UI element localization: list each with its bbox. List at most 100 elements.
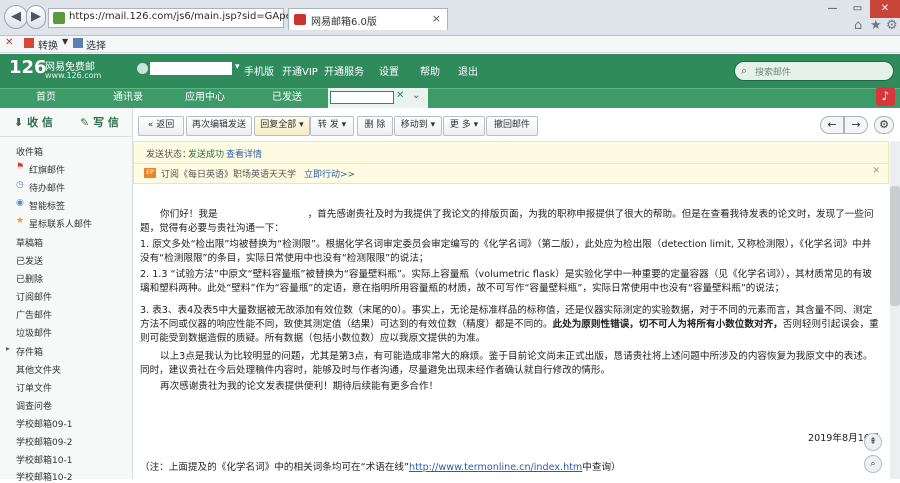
sidebar-item-archive[interactable]: 存件箱	[16, 345, 43, 358]
send-status-value: 发送成功	[188, 150, 225, 160]
sidebar-item-sent[interactable]: 已发送	[16, 254, 43, 267]
sidebar-item-orders[interactable]: 订单文件	[16, 381, 52, 394]
back-chevron-icon: «	[147, 120, 154, 130]
sidebar-item-deleted[interactable]: 已删除	[16, 272, 43, 285]
home-icon[interactable]: ⌂	[854, 18, 862, 33]
forward-button[interactable]: 转 发 ▾	[310, 116, 354, 136]
browser-tab[interactable]: 网易邮箱6.0版 ×	[288, 8, 448, 30]
window-close-icon[interactable]: ✕	[870, 0, 900, 18]
write-button[interactable]: ✎ 写 信	[80, 114, 119, 130]
address-url: https://mail.126.com/js6/main.jsp?sid=GA…	[69, 11, 317, 22]
star-icon[interactable]: ★	[870, 18, 882, 33]
termonline-link[interactable]: http://www.termonline.cn/index.htm	[409, 462, 582, 473]
prev-mail-icon[interactable]: ←	[820, 116, 844, 134]
paragraph-summary: 以上3点是我认为比较明显的问题，尤其是第3点，有可能造成非常大的麻烦。鉴于目前论…	[140, 351, 873, 376]
select-button[interactable]: 选择	[86, 37, 106, 52]
sidebar-item-spam[interactable]: 垃圾邮件	[16, 326, 52, 339]
sidebar-item-school-09-1[interactable]: 学校邮箱09-1	[16, 417, 72, 430]
forward-icon[interactable]: ▶	[26, 5, 46, 29]
write-label: 写 信	[93, 116, 119, 129]
favicon-icon	[294, 14, 306, 25]
ad-close-icon[interactable]: ✕	[872, 166, 880, 176]
convert-icon	[24, 38, 34, 48]
reply-all-button[interactable]: 回复全部 ▾	[254, 116, 310, 136]
account-dropdown-icon[interactable]: ▾	[235, 62, 240, 72]
minimize-icon[interactable]: —	[820, 0, 845, 18]
nav-services[interactable]: 开通服务	[324, 63, 364, 78]
nav-logout[interactable]: 退出	[458, 63, 478, 78]
sidebar-item-drafts[interactable]: 草稿箱	[16, 236, 43, 249]
scrollbar-thumb[interactable]	[890, 186, 900, 306]
paragraph-thanks: 再次感谢贵社为我的论文发表提供便利！期待后续能有更多合作！	[160, 381, 439, 392]
sidebar-item-school-10-1[interactable]: 学校邮箱10-1	[16, 453, 72, 466]
nav-settings[interactable]: 设置	[379, 63, 399, 78]
paragraph-intro: 你们好！我是 ，首先感谢贵社及时为我提供了我论文的排版页面，为我的职称申报提供了很…	[140, 208, 880, 236]
sidebar-item-inbox[interactable]: 收件箱	[16, 145, 43, 158]
tab-home[interactable]: 首页	[0, 88, 92, 108]
address-bar[interactable]: https://mail.126.com/js6/main.jsp?sid=GA…	[48, 8, 317, 28]
sidebar-item-survey[interactable]: 调查问卷	[16, 399, 52, 412]
sidebar-item-school-09-2[interactable]: 学校邮箱09-2	[16, 435, 72, 448]
maximize-icon[interactable]: ▭	[845, 0, 870, 18]
recall-button[interactable]: 撤回邮件	[486, 116, 538, 136]
tab-contacts[interactable]: 通讯录	[92, 88, 164, 108]
ad-text: 订阅《每日英语》职场英语天天学	[161, 170, 297, 180]
tab-close-icon[interactable]: ✕	[396, 90, 404, 101]
move-dropdown-icon: ▾	[430, 120, 436, 130]
convert-button[interactable]: 转换	[38, 37, 58, 52]
sidebar-item-flagged[interactable]: 红旗邮件	[29, 163, 65, 176]
select-icon	[73, 38, 83, 48]
zoom-icon[interactable]: ⌕	[864, 455, 882, 473]
search-icon: ⌕	[741, 64, 748, 77]
tab-sent[interactable]: 已发送	[246, 88, 328, 108]
paragraph-point-2: 2. 1.3 “试验方法”中原文“壁料容量瓶”被替换为“容量壁料瓶”。实际上容量…	[140, 269, 872, 294]
sidebar-item-ads[interactable]: 广告邮件	[16, 308, 52, 321]
logo-domain: www.126.com	[45, 71, 102, 80]
nav-mobile[interactable]: 手机版	[244, 63, 274, 78]
search-input[interactable]: ⌕ 搜索邮件	[734, 61, 894, 81]
delete-button[interactable]: 删 除	[357, 116, 393, 136]
reedit-button[interactable]: 再次编辑发送	[186, 116, 252, 136]
flag-icon: ⚑	[16, 162, 25, 172]
tab-current-title	[330, 91, 394, 104]
more-dropdown-icon: ▾	[473, 120, 479, 130]
scroll-top-icon[interactable]: ⇞	[864, 433, 882, 451]
next-mail-icon[interactable]: →	[844, 116, 868, 134]
sidebar-item-other-folders[interactable]: 其他文件夹	[16, 363, 61, 376]
tab-current-mail[interactable]: ✕ ⌄	[328, 88, 428, 108]
gear-icon[interactable]: ⚙	[886, 18, 898, 33]
receive-button[interactable]: ⬇ 收 信	[14, 114, 53, 130]
move-to-label: 移动到	[400, 120, 428, 130]
sidebar-item-smart-tags[interactable]: 智能标签	[29, 199, 65, 212]
user-account[interactable]	[150, 62, 232, 75]
notice-bar: 发送状态： 发送成功 查看详情 EP 订阅《每日英语》职场英语天天学 立即行动>…	[133, 141, 889, 184]
tab-apps[interactable]: 应用中心	[164, 88, 246, 108]
sidebar-item-school-10-2[interactable]: 学校邮箱10-2	[16, 470, 72, 483]
reply-all-label: 回复全部	[260, 120, 297, 130]
paragraph-note: （注：上面提及的《化学名词》中的相关词条均可在“术语在线”http://www.…	[140, 461, 880, 475]
note-text-b: 中查询）	[582, 462, 621, 473]
convert-dropdown-icon[interactable]: ▼	[62, 37, 68, 46]
tab-dropdown-icon[interactable]: ⌄	[412, 90, 420, 101]
write-icon: ✎	[80, 116, 90, 129]
user-status-icon	[137, 63, 148, 74]
tab-close-icon[interactable]: ×	[432, 12, 441, 25]
move-to-button[interactable]: 移动到 ▾	[394, 116, 442, 136]
sidebar-item-starred[interactable]: 星标联系人邮件	[29, 217, 92, 230]
view-detail-link[interactable]: 查看详情	[226, 147, 262, 160]
ad-action-link[interactable]: 立即行动>>	[304, 167, 355, 180]
nav-help[interactable]: 帮助	[420, 63, 440, 78]
settings-gear-icon[interactable]: ⚙	[874, 116, 894, 134]
receive-icon: ⬇	[14, 116, 24, 129]
more-button[interactable]: 更 多 ▾	[443, 116, 485, 136]
sidebar-item-todo[interactable]: 待办邮件	[29, 181, 65, 194]
folder-expand-icon[interactable]: ▸	[6, 344, 10, 353]
sidebar-item-subscribed[interactable]: 订阅邮件	[16, 290, 52, 303]
back-icon[interactable]: ◀	[4, 5, 28, 29]
point-3-emphasis: 此处为原则性错误，切不可人为将所有小数位数对齐，	[552, 319, 783, 330]
nav-vip[interactable]: 开通VIP	[282, 63, 318, 78]
music-icon[interactable]: ♪	[876, 87, 895, 106]
note-text-a: （注：上面提及的《化学名词》中的相关词条均可在“术语在线”	[140, 462, 409, 473]
favbar-close-icon[interactable]: ✕	[5, 37, 13, 48]
back-button[interactable]: « 返回	[138, 116, 184, 136]
